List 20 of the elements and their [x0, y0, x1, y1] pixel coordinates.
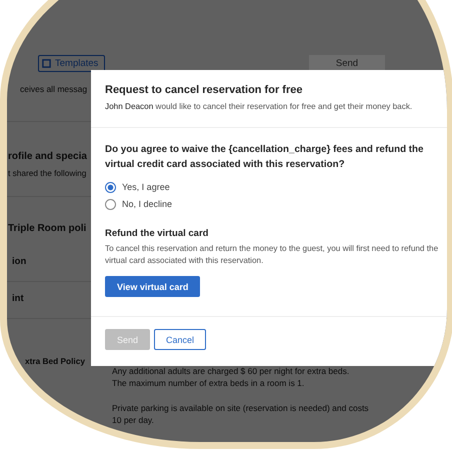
policy-text: Private parking is available on site (reservation is needed) and costs: [112, 402, 370, 414]
section-text: t shared the following: [8, 167, 86, 179]
view-card-button[interactable]: View virtual card: [105, 276, 200, 297]
policy-text: Any additional adults are charged $ 60 per night for extra beds.: [112, 365, 350, 377]
policy-label: int: [12, 293, 24, 305]
question-text: Do you agree to waive the {cancellation_charge} fees and refund the virtual credit card associated with this reservation?: [105, 143, 424, 172]
section-heading: Refund the virtual card: [105, 228, 210, 240]
cancel-button[interactable]: Cancel: [154, 329, 206, 350]
section-heading: Triple Room poli: [8, 222, 86, 236]
policy-text: 10 per day.: [112, 414, 155, 426]
radio-option[interactable]: Yes, I agree: [105, 181, 170, 194]
dialog-subtitle: John Deacon would like to cancel their reservation for free and get their money back.: [105, 101, 414, 112]
notice-text: ceives all messag: [20, 83, 88, 95]
policy-label: xtra Bed Policy: [25, 355, 85, 368]
section-text: To cancel this reservation and return the money to the guest, you will first need to refund the virtual card associated with this reservation.: [105, 243, 440, 267]
section-heading: rofile and specia: [8, 150, 87, 164]
policy-text: The maximum number of extra beds in a room is 1.: [112, 377, 306, 389]
policy-label: ion: [12, 256, 26, 268]
radio-option[interactable]: No, I decline: [105, 198, 172, 211]
dialog-title: Request to cancel reservation for free: [105, 83, 304, 97]
